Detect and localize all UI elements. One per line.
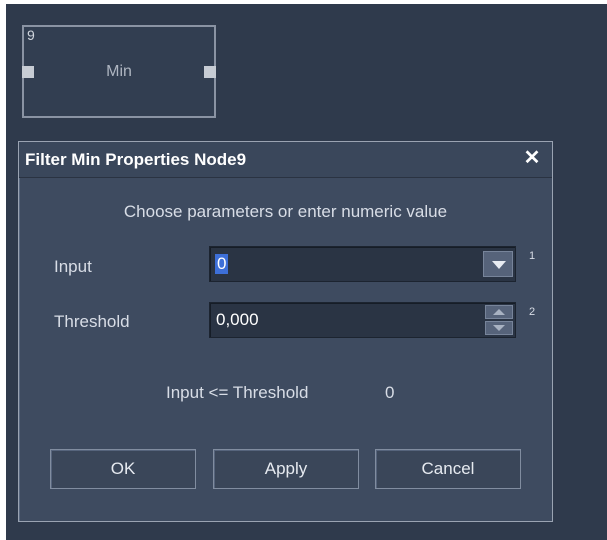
threshold-label: Threshold — [54, 312, 130, 331]
apply-button[interactable]: Apply — [213, 449, 359, 489]
dialog-instructions: Choose parameters or enter numeric value — [123, 202, 448, 221]
dialog-titlebar[interactable]: Filter Min Properties Node9 ✕ — [19, 142, 552, 178]
increment-button[interactable] — [485, 305, 513, 319]
decrement-button[interactable] — [485, 321, 513, 335]
close-icon[interactable]: ✕ — [522, 147, 542, 169]
expression-result: 0 — [385, 383, 395, 402]
threshold-field[interactable]: 0,000 — [209, 302, 516, 338]
filter-properties-dialog: Filter Min Properties Node9 ✕ Choose par… — [18, 141, 553, 522]
node-output-port[interactable] — [204, 66, 216, 78]
arrow-down-icon — [493, 325, 505, 331]
min-filter-node[interactable]: 9 Min — [22, 25, 216, 118]
threshold-pin-number: 2 — [529, 306, 536, 318]
input-value[interactable]: 0 — [215, 254, 229, 274]
input-combobox[interactable]: 0 — [209, 246, 516, 282]
threshold-spinner[interactable] — [485, 305, 513, 335]
threshold-value[interactable]: 0,000 — [216, 310, 259, 330]
ok-button[interactable]: OK — [50, 449, 196, 489]
input-pin-number: 1 — [529, 250, 536, 262]
dialog-title: Filter Min Properties Node9 — [25, 150, 247, 169]
chevron-down-icon — [492, 261, 506, 269]
node-label: Min — [106, 63, 132, 80]
node-id: 9 — [27, 27, 35, 43]
input-dropdown-button[interactable] — [483, 251, 513, 277]
cancel-button[interactable]: Cancel — [375, 449, 521, 489]
expression-text: Input <= Threshold — [166, 383, 309, 402]
input-label: Input — [54, 257, 92, 276]
arrow-up-icon — [493, 309, 505, 315]
